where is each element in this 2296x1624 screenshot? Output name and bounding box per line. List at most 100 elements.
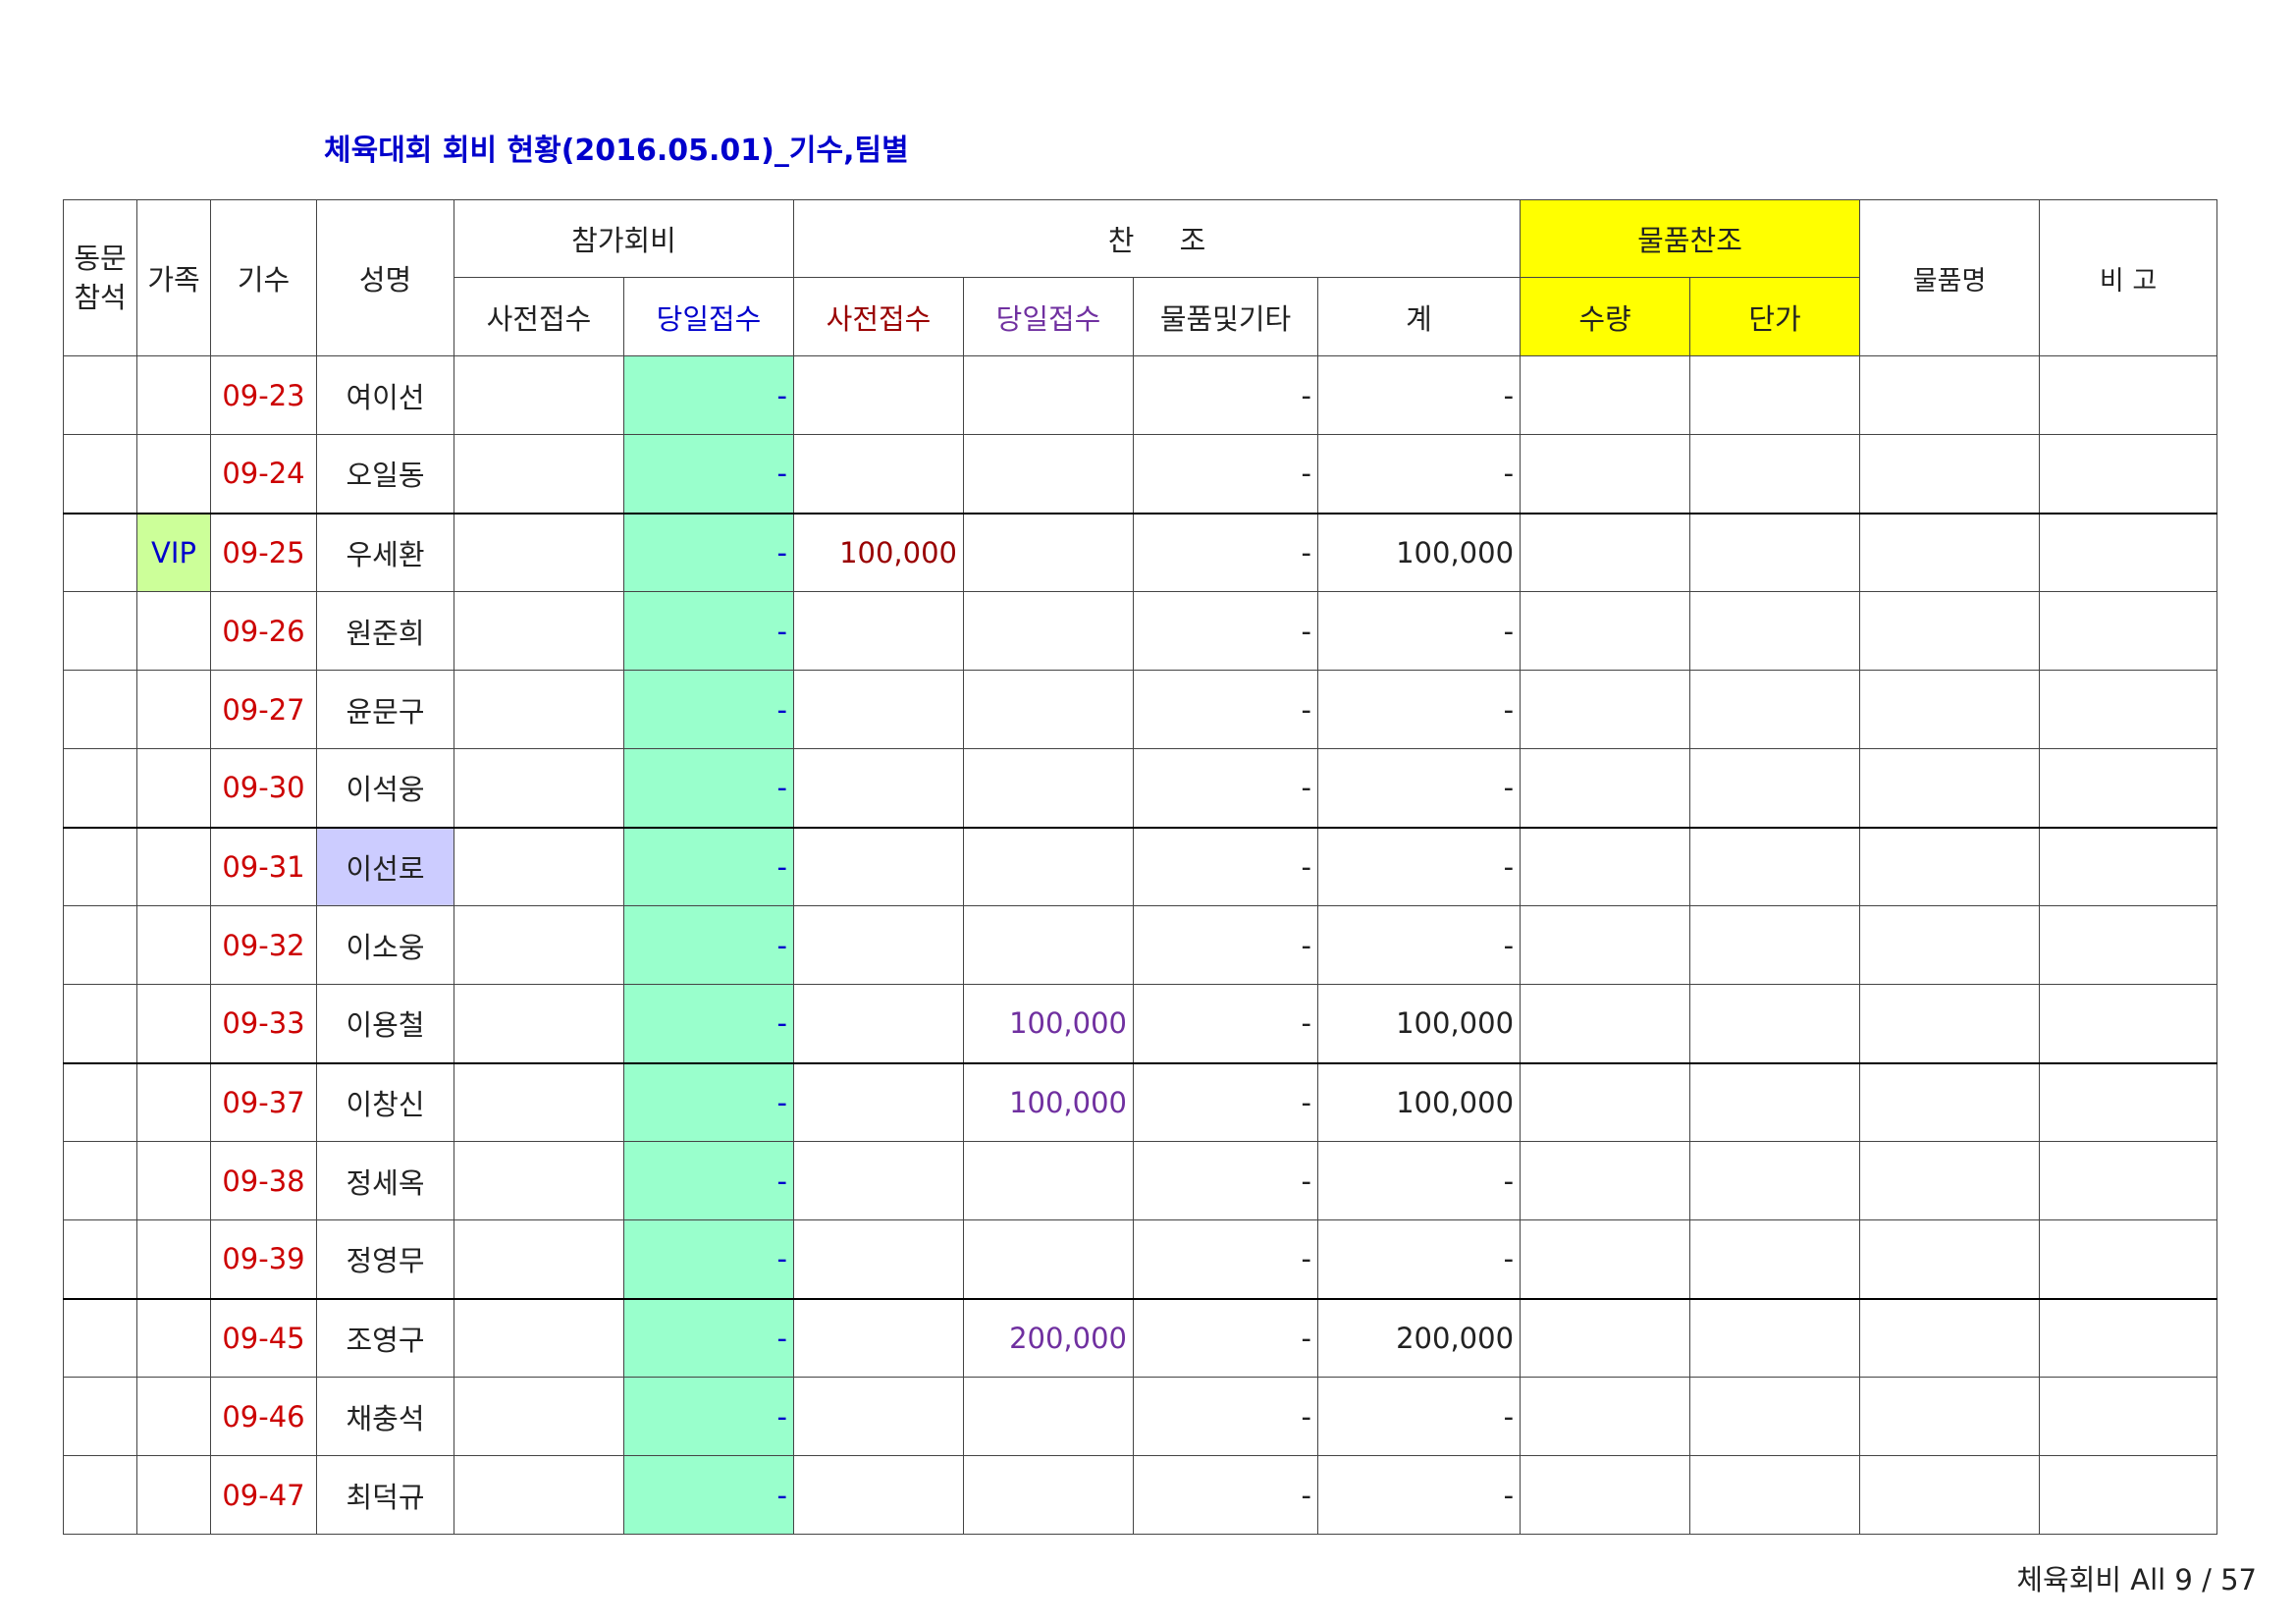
name-cell: 이선로 (316, 826, 454, 906)
attend-cell (63, 1061, 137, 1142)
name-cell: 이소웅 (316, 905, 454, 985)
table-row: 09-38 정세옥 - - - (63, 1141, 2218, 1220)
sp-goods-cell: - (1133, 670, 1319, 749)
fee-day-cell: - (622, 905, 795, 985)
header-fee-pre: 사전접수 (454, 277, 624, 356)
attend-cell (63, 512, 137, 592)
fee-pre-cell (454, 1141, 624, 1220)
fee-pre-cell (454, 826, 624, 906)
fee-pre-cell (454, 670, 624, 749)
sp-total-cell: - (1317, 1219, 1522, 1299)
fee-pre-cell (454, 1219, 624, 1299)
table-row: 09-30 이석웅 - - - (63, 748, 2218, 828)
sp-pre-cell (793, 1141, 965, 1220)
cohort-cell: 09-30 (210, 748, 317, 828)
table-row: 09-47 최덕규 - - - (63, 1455, 2218, 1535)
qty-cell (1520, 1377, 1691, 1456)
attend-cell (63, 1455, 137, 1535)
attend-cell (63, 434, 137, 514)
cohort-cell: 09-24 (210, 434, 317, 514)
family-cell (136, 1377, 211, 1456)
qty-cell (1520, 670, 1691, 749)
goods-name-cell (1859, 748, 2041, 828)
sp-day-cell (963, 670, 1135, 749)
attend-cell (63, 591, 137, 671)
note-cell (2039, 1377, 2218, 1456)
qty-cell (1520, 1141, 1691, 1220)
goods-name-cell (1859, 591, 2041, 671)
table-row: 09-27 윤문구 - - - (63, 670, 2218, 749)
qty-cell (1520, 591, 1691, 671)
price-cell (1689, 1061, 1861, 1142)
fee-pre-cell (454, 905, 624, 985)
table-row: 09-46 채충석 - - - (63, 1377, 2218, 1456)
fee-pre-cell (454, 434, 624, 514)
header-note: 비 고 (2039, 199, 2218, 356)
attend-cell (63, 984, 137, 1063)
header-attend: 동문 참석 (63, 199, 137, 356)
fee-pre-cell (454, 1061, 624, 1142)
goods-name-cell (1859, 826, 2041, 906)
name-cell: 조영구 (316, 1297, 454, 1378)
family-cell (136, 1219, 211, 1299)
attend-cell (63, 1141, 137, 1220)
sp-goods-cell: - (1133, 905, 1319, 985)
header-fee: 참가회비 (453, 199, 795, 278)
sp-day-cell (963, 1141, 1135, 1220)
sp-day-cell (963, 1219, 1135, 1299)
family-cell: VIP (136, 512, 211, 592)
goods-name-cell (1859, 905, 2041, 985)
name-cell: 채충석 (316, 1377, 454, 1456)
note-cell (2039, 1219, 2218, 1299)
sp-goods-cell: - (1133, 1377, 1319, 1456)
fee-pre-cell (454, 512, 624, 592)
qty-cell (1520, 512, 1691, 592)
sp-day-cell (963, 748, 1135, 828)
fee-day-cell: - (622, 434, 795, 514)
sp-goods-cell: - (1133, 984, 1319, 1063)
table-row: 09-26 원준희 - - - (63, 591, 2218, 671)
note-cell (2039, 826, 2218, 906)
qty-cell (1520, 355, 1691, 435)
sp-total-cell: 200,000 (1317, 1297, 1522, 1378)
goods-name-cell (1859, 1219, 2041, 1299)
note-cell (2039, 591, 2218, 671)
sp-total-cell: 100,000 (1317, 512, 1522, 592)
family-cell (136, 1297, 211, 1378)
table-row: 09-32 이소웅 - - - (63, 905, 2218, 985)
note-cell (2039, 1141, 2218, 1220)
note-cell (2039, 434, 2218, 514)
header-qty: 수량 (1520, 277, 1691, 356)
name-cell: 이용철 (316, 984, 454, 1063)
name-cell: 이창신 (316, 1061, 454, 1142)
name-cell: 윤문구 (316, 670, 454, 749)
sp-day-cell (963, 591, 1135, 671)
note-cell (2039, 905, 2218, 985)
sp-pre-cell (793, 1377, 965, 1456)
sp-pre-cell (793, 670, 965, 749)
sp-day-cell: 200,000 (963, 1297, 1135, 1378)
attend-cell (63, 1219, 137, 1299)
cohort-cell: 09-47 (210, 1455, 317, 1535)
sp-total-cell: 100,000 (1317, 984, 1522, 1063)
table-row: 09-37 이창신 -100,000-100,000 (63, 1061, 2218, 1142)
table-row: 09-45 조영구 -200,000-200,000 (63, 1297, 2218, 1378)
sp-pre-cell (793, 1219, 965, 1299)
attend-cell (63, 905, 137, 985)
fee-day-cell: - (622, 984, 795, 1063)
sp-goods-cell: - (1133, 434, 1319, 514)
fee-day-cell: - (622, 1297, 795, 1378)
price-cell (1689, 748, 1861, 828)
sp-day-cell: 100,000 (963, 1061, 1135, 1142)
sp-total-cell: - (1317, 1141, 1522, 1220)
note-cell (2039, 355, 2218, 435)
fee-day-cell: - (622, 826, 795, 906)
header-goods-sponsor: 물품찬조 (1520, 199, 1861, 278)
note-cell (2039, 984, 2218, 1063)
family-cell (136, 670, 211, 749)
price-cell (1689, 905, 1861, 985)
attend-cell (63, 1297, 137, 1378)
qty-cell (1520, 984, 1691, 1063)
name-cell: 우세환 (316, 512, 454, 592)
note-cell (2039, 1455, 2218, 1535)
